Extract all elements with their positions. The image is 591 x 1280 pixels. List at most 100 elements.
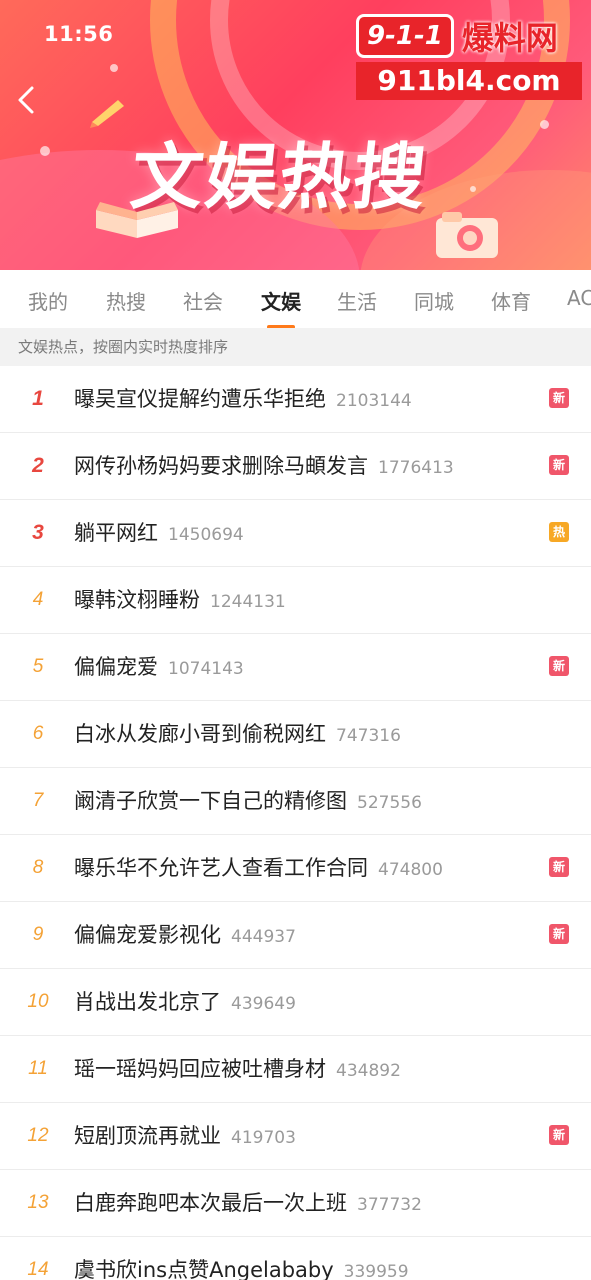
rank-number: 14 [27, 1259, 49, 1280]
banner-dot [470, 186, 476, 192]
rank-number: 5 [32, 656, 44, 677]
new-badge: 新 [549, 1125, 569, 1145]
rank-number: 10 [27, 991, 49, 1012]
topic-title: 肖战出发北京了 [74, 990, 221, 1014]
banner-dot [110, 64, 118, 72]
banner-dot [40, 146, 50, 156]
pencil-icon [90, 100, 124, 128]
list-item[interactable]: 5 偏偏宠爱 1074143 新 [0, 634, 591, 701]
topic-title: 网传孙杨妈妈要求删除马頔发言 [74, 454, 368, 478]
tab-label: 体育 [491, 290, 531, 314]
list-item[interactable]: 3 躺平网红 1450694 热 [0, 500, 591, 567]
topic: 白冰从发廊小哥到偷税网红 747316 [74, 701, 401, 767]
hot-badge: 热 [549, 522, 569, 542]
tab-0[interactable]: 我的 [28, 286, 68, 315]
watermark: 9-1-1 爆料网 911bl4.com [352, 8, 588, 100]
category-tabs: 我的 热搜 社会 文娱 生活 同城 体育 AC [0, 270, 591, 328]
topic-title: 阚清子欣赏一下自己的精修图 [74, 789, 347, 813]
rank-number: 12 [27, 1125, 49, 1146]
list-item[interactable]: 10 肖战出发北京了 439649 [0, 969, 591, 1036]
list-item[interactable]: 13 白鹿奔跑吧本次最后一次上班 377732 [0, 1170, 591, 1237]
heat-count: 1244131 [210, 592, 286, 612]
topic: 曝韩汶栩睡粉 1244131 [74, 567, 286, 633]
topic-title: 白鹿奔跑吧本次最后一次上班 [74, 1191, 347, 1215]
tab-5[interactable]: 同城 [414, 286, 454, 315]
tab-1[interactable]: 热搜 [106, 286, 146, 315]
list-item[interactable]: 14 虞书欣ins点赞Angelababy 339959 [0, 1237, 591, 1280]
topic: 阚清子欣赏一下自己的精修图 527556 [74, 768, 422, 834]
banner-dot [540, 120, 549, 129]
topic-title: 白冰从发廊小哥到偷税网红 [74, 722, 326, 746]
tab-label: AC [567, 286, 591, 310]
heat-count: 2103144 [336, 391, 412, 411]
tab-4[interactable]: 生活 [337, 286, 377, 315]
heat-count: 339959 [343, 1262, 409, 1280]
list-item[interactable]: 8 曝乐华不允许艺人查看工作合同 474800 新 [0, 835, 591, 902]
list-item[interactable]: 11 瑶一瑶妈妈回应被吐槽身材 434892 [0, 1036, 591, 1103]
tab-2[interactable]: 社会 [183, 286, 223, 315]
rank-number: 4 [32, 589, 44, 610]
tab-label: 文娱 [261, 290, 301, 314]
tab-label: 生活 [337, 290, 377, 314]
new-badge: 新 [549, 455, 569, 475]
topic: 躺平网红 1450694 [74, 500, 244, 566]
watermark-url: 911bl4.com [356, 62, 582, 100]
list-item[interactable]: 9 偏偏宠爱影视化 444937 新 [0, 902, 591, 969]
tab-3[interactable]: 文娱 [261, 286, 301, 328]
list-item[interactable]: 12 短剧顶流再就业 419703 新 [0, 1103, 591, 1170]
tab-label: 热搜 [106, 290, 146, 314]
heat-count: 444937 [231, 927, 296, 947]
notice-text: 文娱热点，按圈内实时热度排序 [0, 328, 591, 366]
new-badge: 新 [549, 924, 569, 944]
topic: 曝吴宣仪提解约遭乐华拒绝 2103144 [74, 366, 412, 432]
new-badge: 新 [549, 857, 569, 877]
hero-banner: 11:56 文娱热搜 9-1-1 爆料网 911bl4.com [0, 0, 591, 270]
topic-title: 躺平网红 [74, 521, 158, 545]
heat-count: 747316 [336, 726, 401, 746]
book-icon [96, 202, 178, 238]
heat-count: 419703 [231, 1128, 296, 1148]
rank-number: 1 [32, 387, 44, 410]
rank-number: 9 [32, 924, 44, 945]
hot-search-list: 1 曝吴宣仪提解约遭乐华拒绝 2103144 新 2 网传孙杨妈妈要求删除马頔发言 1776… [0, 366, 591, 1280]
new-badge: 新 [549, 656, 569, 676]
rank-number: 3 [32, 521, 44, 544]
rank-number: 2 [32, 454, 44, 477]
topic: 虞书欣ins点赞Angelababy 339959 [74, 1237, 409, 1280]
tab-7[interactable]: AC [567, 286, 591, 310]
heat-count: 1074143 [168, 659, 244, 679]
topic: 肖战出发北京了 439649 [74, 969, 296, 1035]
topic: 曝乐华不允许艺人查看工作合同 474800 [74, 835, 443, 901]
topic-title: 曝韩汶栩睡粉 [74, 588, 200, 612]
heat-count: 1450694 [168, 525, 244, 545]
topic-title: 曝吴宣仪提解约遭乐华拒绝 [74, 387, 326, 411]
tab-6[interactable]: 体育 [491, 286, 531, 315]
new-badge: 新 [549, 388, 569, 408]
status-bar-time: 11:56 [44, 22, 114, 46]
topic: 瑶一瑶妈妈回应被吐槽身材 434892 [74, 1036, 401, 1102]
list-item[interactable]: 4 曝韩汶栩睡粉 1244131 [0, 567, 591, 634]
topic-title: 曝乐华不允许艺人查看工作合同 [74, 856, 368, 880]
topic: 偏偏宠爱 1074143 [74, 634, 244, 700]
topic: 网传孙杨妈妈要求删除马頔发言 1776413 [74, 433, 454, 499]
list-item[interactable]: 2 网传孙杨妈妈要求删除马頔发言 1776413 新 [0, 433, 591, 500]
heat-count: 434892 [336, 1061, 401, 1081]
list-item[interactable]: 1 曝吴宣仪提解约遭乐华拒绝 2103144 新 [0, 366, 591, 433]
watermark-title: 爆料网 [461, 19, 558, 57]
rank-number: 6 [32, 723, 44, 744]
rank-number: 7 [32, 790, 44, 811]
list-item[interactable]: 7 阚清子欣赏一下自己的精修图 527556 [0, 768, 591, 835]
rank-number: 8 [32, 857, 44, 878]
topic-title: 偏偏宠爱 [74, 655, 158, 679]
topic-title: 短剧顶流再就业 [74, 1124, 221, 1148]
tab-label: 同城 [414, 290, 454, 314]
chevron-left-icon [18, 86, 34, 114]
camera-icon [436, 212, 498, 258]
back-button[interactable] [10, 82, 46, 118]
heat-count: 474800 [378, 860, 443, 880]
tab-label: 社会 [183, 290, 223, 314]
heat-count: 527556 [357, 793, 422, 813]
topic-title: 瑶一瑶妈妈回应被吐槽身材 [74, 1057, 326, 1081]
list-item[interactable]: 6 白冰从发廊小哥到偷税网红 747316 [0, 701, 591, 768]
tab-label: 我的 [28, 290, 68, 314]
